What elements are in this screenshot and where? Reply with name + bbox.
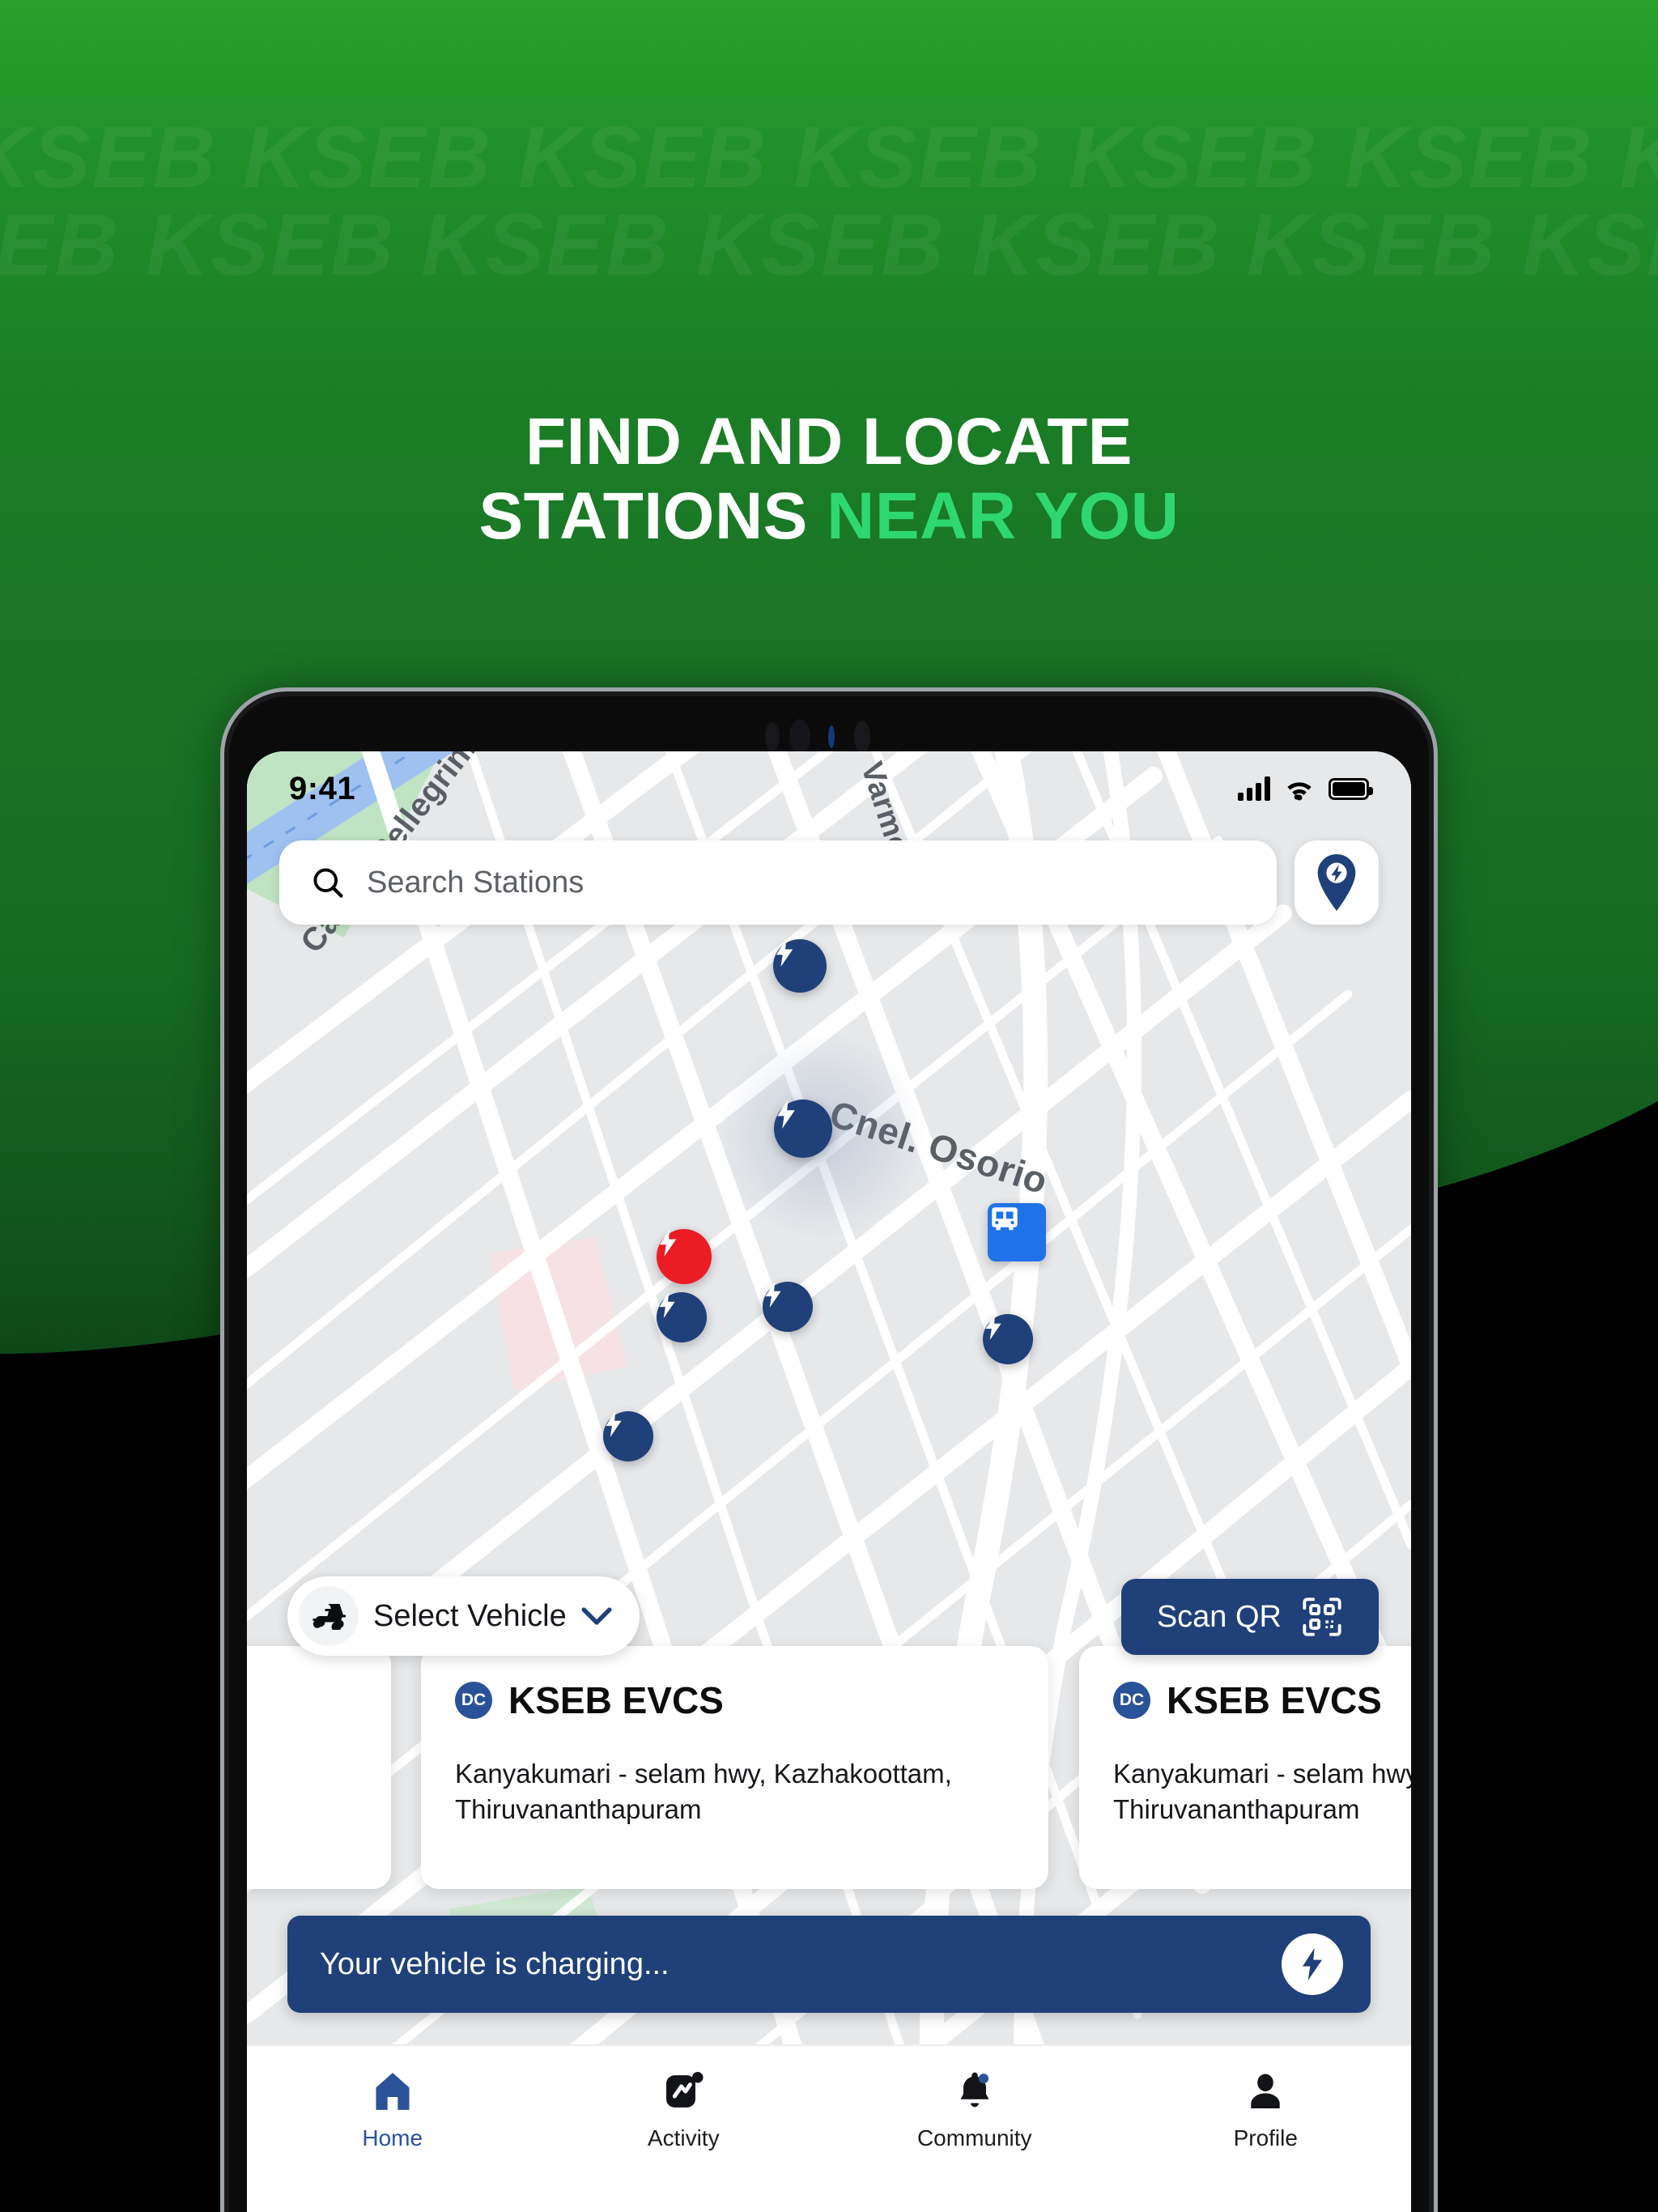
station-name: KSEB EVCS [508,1679,724,1721]
station-name: KSEB EVCS [1167,1679,1382,1721]
bottom-navigation: Home Activity Community Profile [247,2044,1411,2212]
nav-item-profile[interactable]: Profile [1120,2069,1412,2151]
search-placeholder: Search Stations [367,865,585,900]
nav-label-activity: Activity [647,2125,720,2150]
bolt-icon [659,1292,675,1318]
bolt-icon [765,1282,781,1308]
search-input[interactable]: Search Stations [279,840,1277,925]
scan-qr-label: Scan QR [1156,1599,1282,1634]
charging-status-banner[interactable]: Your vehicle is charging... [287,1916,1371,2013]
map-pin-bolt-icon [1317,854,1356,911]
dc-badge: DC [1113,1682,1150,1719]
station-card-previous[interactable] [247,1646,391,1889]
nav-label-community: Community [916,2125,1032,2150]
scan-qr-button[interactable]: Scan QR [1120,1579,1379,1655]
map-marker-bus-stop[interactable] [988,1203,1046,1261]
bolt-icon [1303,1948,1322,1980]
signal-icon [1238,776,1270,801]
bolt-icon [659,1229,677,1257]
map-marker-charger-5[interactable] [983,1314,1033,1364]
nav-item-activity[interactable]: Activity [538,2069,830,2151]
camera-lens-icon [789,719,810,755]
map-marker-charger-1[interactable] [773,939,827,993]
station-card[interactable]: DC KSEB EVCS Kanyakumari - selam hwy, Ka… [421,1646,1048,1889]
map-marker-charger-2[interactable] [774,1100,832,1158]
headline-accent-part: NEAR YOU [827,479,1180,553]
battery-icon [1329,777,1373,800]
locate-stations-button[interactable] [1295,840,1379,925]
nav-label-profile: Profile [1233,2125,1298,2150]
proximity-sensor-icon [854,721,870,753]
charging-bolt-badge [1282,1933,1343,1995]
station-card-header: DC KSEB EVCS [1113,1678,1411,1722]
activity-icon [661,2069,706,2114]
headline-white-part: STATIONS [478,479,808,553]
home-icon [370,2069,415,2114]
bus-icon [992,1207,1018,1231]
charging-status-text: Your vehicle is charging... [320,1946,670,1981]
phone-sensor-housing [229,716,1429,755]
page-title: FIND AND LOCATE STATIONS NEAR YOU [0,405,1658,554]
phone-screen: .rd { stroke:#ffffff; fill:none; stroke-… [247,751,1411,2212]
search-icon [313,868,343,898]
indicator-led-icon [828,725,835,748]
camera-sensor-icon [765,722,780,751]
map-marker-charger-6[interactable] [603,1411,653,1461]
chevron-down-icon [581,1607,612,1625]
select-vehicle-label: Select Vehicle [373,1598,567,1633]
status-icons [1238,776,1373,801]
map-marker-charger-3[interactable] [657,1292,707,1342]
wifi-icon [1287,782,1312,801]
station-address: Kanyakumari - selam hwy, Kazhakoottam, T… [1113,1759,1411,1825]
station-card[interactable]: DC KSEB EVCS Kanyakumari - selam hwy, Ka… [1079,1646,1411,1889]
bolt-icon [985,1314,1001,1340]
scooter-icon [312,1604,346,1630]
station-card-header: DC KSEB EVCS [455,1678,1014,1722]
bolt-icon [777,1100,795,1129]
station-address: Kanyakumari - selam hwy, Kazhakoottam, T… [455,1759,952,1825]
map-marker-charger-4[interactable] [763,1282,813,1332]
scooter-icon-wrap [299,1586,359,1646]
nav-label-home: Home [362,2125,423,2150]
dc-badge: DC [455,1682,492,1719]
bell-icon [952,2069,997,2114]
select-vehicle-button[interactable]: Select Vehicle [287,1576,640,1656]
headline-line-1: FIND AND LOCATE [525,405,1133,479]
station-card-carousel[interactable]: DC KSEB EVCS Kanyakumari - selam hwy, Ka… [247,1646,1411,1889]
search-row: Search Stations [279,840,1379,925]
nav-item-home[interactable]: Home [247,2069,538,2151]
phone-mockup: .rd { stroke:#ffffff; fill:none; stroke-… [229,696,1429,2212]
person-icon [1243,2069,1288,2114]
bolt-icon [776,939,793,967]
status-bar: 9:41 [247,751,1411,826]
bolt-icon [606,1411,622,1437]
headline-line-2: STATIONS NEAR YOU [0,479,1658,554]
map-marker-charger-busy[interactable] [657,1229,712,1284]
status-clock: 9:41 [289,770,356,806]
qr-code-icon [1303,1597,1341,1636]
promo-screenshot: KSEB KSEB KSEB KSEB KSEB KSEB KSEB KSEB … [0,0,1658,2212]
nav-item-community[interactable]: Community [829,2069,1120,2151]
